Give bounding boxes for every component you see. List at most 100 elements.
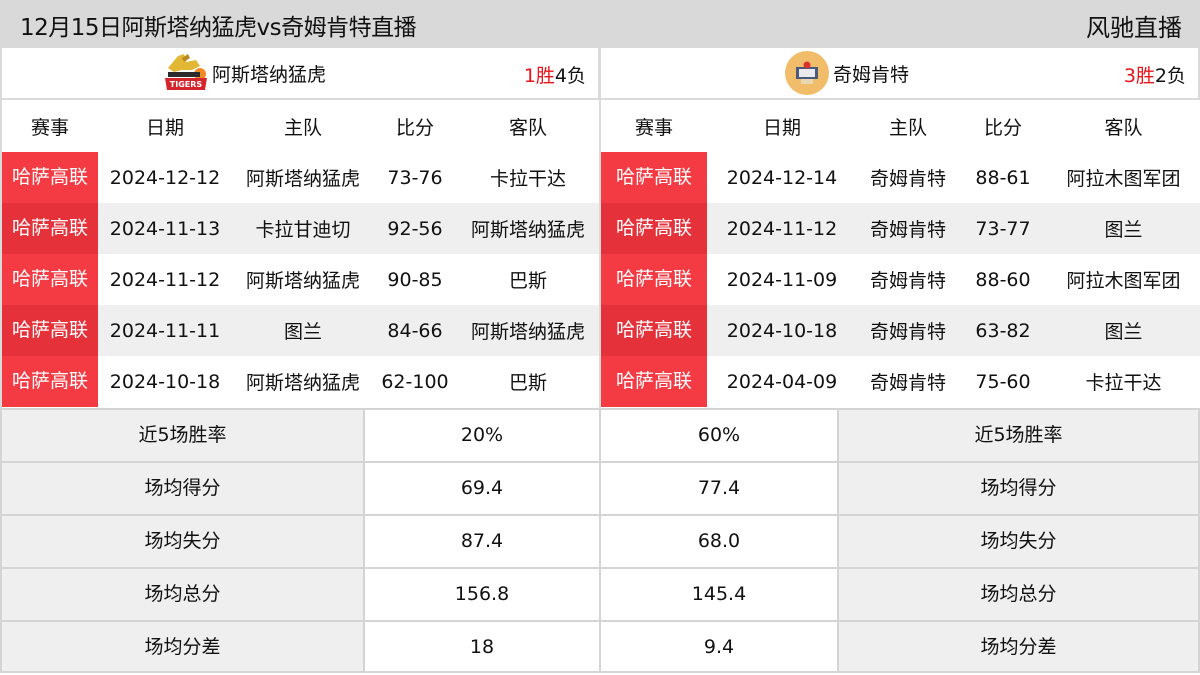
table-row[interactable]: 哈萨高联 2024-11-12 阿斯塔纳猛虎 90-85 巴斯 [2,254,600,305]
right-record-losses: 2负 [1154,65,1186,87]
page-title: 12月15日阿斯塔纳猛虎vs奇姆肯特直播 [20,15,417,41]
table-header-row: 赛事 日期 主队 比分 客队 [2,100,600,152]
match-score: 63-82 [975,319,1031,342]
home-team: 阿斯塔纳猛虎 [245,372,360,394]
table-header-row: 赛事 日期 主队 比分 客队 [601,100,1200,152]
home-team: 奇姆肯特 [869,321,946,343]
match-score: 73-76 [387,166,443,189]
stat-label-left: 场均得分 [0,461,363,514]
stat-value-left: 87.4 [363,514,599,567]
home-team: 卡拉甘迪切 [255,219,351,241]
away-team: 阿斯塔纳猛虎 [470,219,585,241]
stat-label-right: 场均得分 [837,461,1200,514]
match-score: 88-61 [975,166,1031,189]
league-badge: 哈萨高联 [601,152,707,203]
league-badge: 哈萨高联 [601,254,707,305]
right-record-wins: 3胜 [1123,65,1155,87]
column-header-away: 客队 [1104,116,1143,139]
stat-label-left: 场均失分 [0,514,363,567]
table-row[interactable]: 哈萨高联 2024-11-12 奇姆肯特 73-77 图兰 [601,203,1200,254]
match-date: 2024-04-09 [726,370,838,393]
match-date: 2024-12-14 [726,166,838,189]
league-badge: 哈萨高联 [2,356,98,407]
stats-row-avg-diff: 场均分差 18 9.4 场均分差 [0,620,1200,675]
league-badge: 哈萨高联 [2,203,98,254]
left-team-name: 阿斯塔纳猛虎 [212,63,327,86]
match-date: 2024-10-18 [109,370,221,393]
column-header-score: 比分 [983,116,1022,139]
home-team: 阿斯塔纳猛虎 [245,270,360,292]
brand-name: 风驰直播 [1086,14,1182,42]
match-score: 92-56 [387,217,443,240]
home-team: 奇姆肯特 [869,219,946,241]
right-team-row: 奇姆肯特 3胜2负 [599,48,1200,100]
league-badge: 哈萨高联 [601,356,707,407]
table-row[interactable]: 哈萨高联 2024-11-13 卡拉甘迪切 92-56 阿斯塔纳猛虎 [2,203,600,254]
left-team[interactable]: TIGERS 阿斯塔纳猛虎 [162,48,326,98]
stat-label-left: 近5场胜率 [0,408,363,461]
table-row[interactable]: 哈萨高联 2024-12-14 奇姆肯特 88-61 阿拉木图军团 [601,152,1200,203]
table-row[interactable]: 哈萨高联 2024-11-11 图兰 84-66 阿斯塔纳猛虎 [2,305,600,356]
left-team-row: TIGERS 阿斯塔纳猛虎 1胜4负 [0,48,600,100]
match-score: 75-60 [975,370,1031,393]
home-team: 图兰 [283,321,322,343]
column-header-score: 比分 [395,116,434,139]
stat-label-right: 近5场胜率 [837,408,1200,461]
column-header-date: 日期 [145,116,184,139]
home-team: 阿斯塔纳猛虎 [245,168,360,190]
match-date: 2024-11-11 [109,319,221,342]
table-row[interactable]: 哈萨高联 2024-04-09 奇姆肯特 75-60 卡拉干达 [601,356,1200,407]
stat-label-right: 场均分差 [837,620,1200,673]
match-date: 2024-12-12 [109,166,221,189]
stat-label-right: 场均总分 [837,567,1200,620]
left-record-wins: 1胜 [523,65,555,87]
match-date: 2024-11-12 [726,217,838,240]
home-team: 奇姆肯特 [869,270,946,292]
stat-label-right: 场均失分 [837,514,1200,567]
left-record-losses: 4负 [554,65,586,87]
column-header-date: 日期 [762,116,801,139]
column-header-league: 赛事 [634,116,673,139]
right-team-record: 3胜2负 [1124,61,1186,88]
stat-value-left: 156.8 [363,567,599,620]
league-badge: 哈萨高联 [601,305,707,356]
away-team: 阿拉木图军团 [1066,270,1181,292]
stats-row-avg-points: 场均得分 69.4 77.4 场均得分 [0,461,1200,514]
stat-value-left: 69.4 [363,461,599,514]
stat-value-left: 18 [363,620,599,673]
table-row[interactable]: 哈萨高联 2024-10-18 阿斯塔纳猛虎 62-100 巴斯 [2,356,600,407]
right-team[interactable]: 奇姆肯特 [785,48,909,98]
away-team: 卡拉干达 [1085,372,1162,394]
right-recent-matches-table: 赛事 日期 主队 比分 客队 哈萨高联 2024-12-14 奇姆肯特 88-6… [599,100,1200,408]
column-header-home: 主队 [888,116,927,139]
away-team: 卡拉干达 [489,168,566,190]
home-team: 奇姆肯特 [869,372,946,394]
stat-value-right: 145.4 [599,567,837,620]
away-team: 图兰 [1104,219,1143,241]
table-row[interactable]: 哈萨高联 2024-10-18 奇姆肯特 63-82 图兰 [601,305,1200,356]
stats-comparison-table: 近5场胜率 20% 60% 近5场胜率 场均得分 69.4 77.4 场均得分 … [0,408,1200,675]
match-date: 2024-11-09 [726,268,838,291]
away-team: 阿斯塔纳猛虎 [470,321,585,343]
away-team: 巴斯 [508,270,547,292]
match-score: 73-77 [975,217,1031,240]
league-badge: 哈萨高联 [2,305,98,356]
stats-row-win-rate: 近5场胜率 20% 60% 近5场胜率 [0,408,1200,461]
match-score: 84-66 [387,319,443,342]
column-header-league: 赛事 [30,116,69,139]
table-row[interactable]: 哈萨高联 2024-11-09 奇姆肯特 88-60 阿拉木图军团 [601,254,1200,305]
left-team-record: 1胜4负 [524,61,586,88]
page-header: 12月15日阿斯塔纳猛虎vs奇姆肯特直播 风驰直播 [0,0,1200,48]
match-date: 2024-11-13 [109,217,221,240]
table-row[interactable]: 哈萨高联 2024-12-12 阿斯塔纳猛虎 73-76 卡拉干达 [2,152,600,203]
stat-value-right: 9.4 [599,620,837,673]
column-header-home: 主队 [283,116,322,139]
match-date: 2024-11-12 [109,268,221,291]
match-score: 62-100 [381,370,449,393]
away-team: 阿拉木图军团 [1066,168,1181,190]
stat-value-right: 68.0 [599,514,837,567]
home-team: 奇姆肯特 [869,168,946,190]
svg-text:TIGERS: TIGERS [170,80,203,89]
away-team: 图兰 [1104,321,1143,343]
away-team: 巴斯 [508,372,547,394]
